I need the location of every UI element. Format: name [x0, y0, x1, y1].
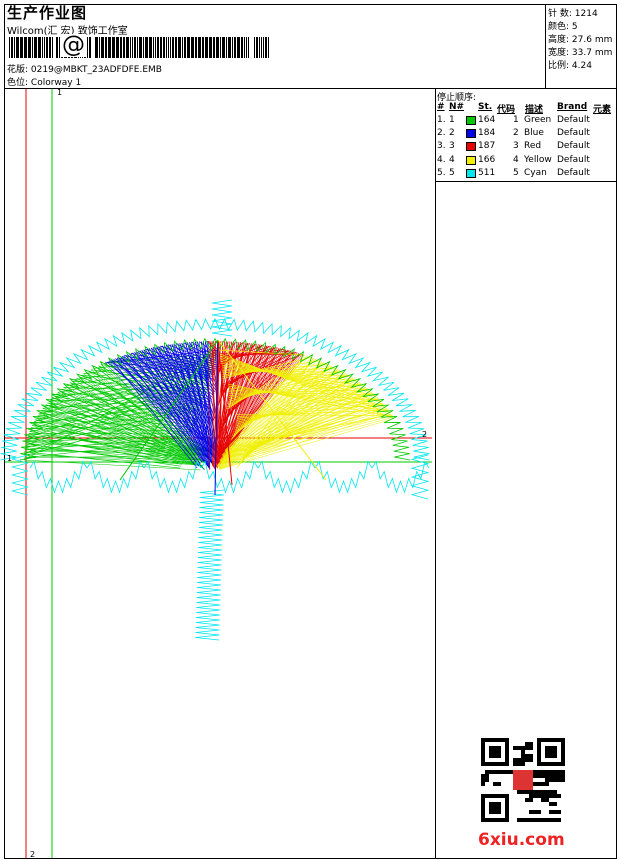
marker-red-bottom: 2 [30, 850, 35, 859]
marker-green-left: 1 [7, 454, 12, 463]
marker-green-top: 1 [57, 88, 62, 97]
qr-code [481, 738, 565, 822]
embroidery-preview: 1 1 2 2 [0, 88, 432, 859]
marker-red-right: 2 [422, 430, 427, 439]
site-watermark: 6xiu.com [478, 830, 565, 850]
